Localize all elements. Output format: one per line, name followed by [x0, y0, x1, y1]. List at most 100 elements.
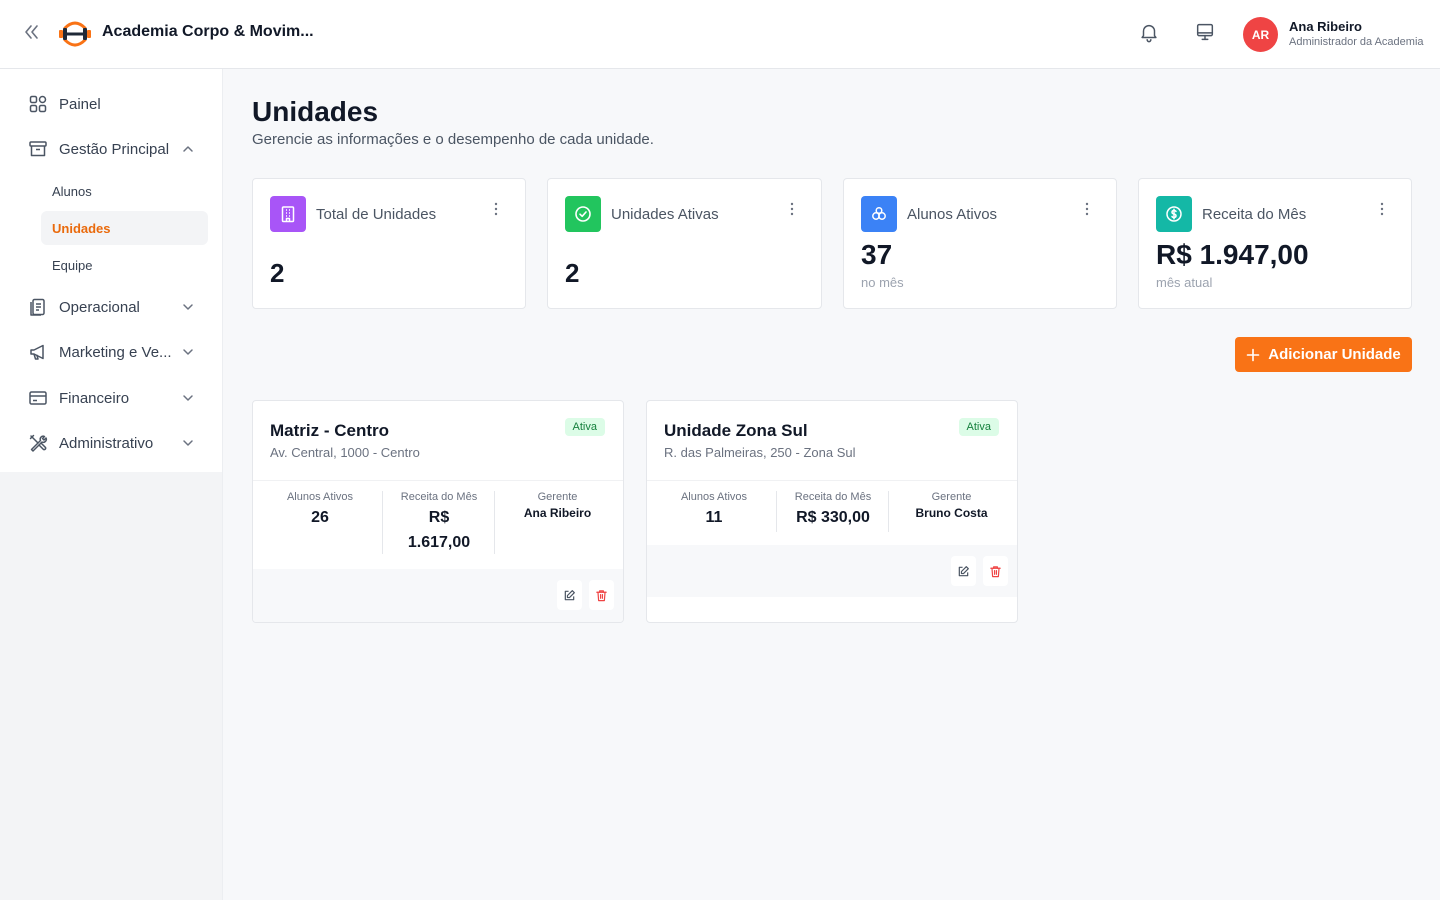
page-subtitle: Gerencie as informações e o desempenho d… [252, 131, 654, 148]
add-unit-label: Adicionar Unidade [1268, 346, 1401, 363]
plus-icon [1246, 348, 1260, 361]
unit-actions-bar [647, 545, 1017, 597]
avatar[interactable]: AR [1243, 17, 1278, 52]
unit-stat-value-cont: 1.617,00 [407, 534, 471, 551]
unit-stat-students: Alunos Ativos 26 [270, 491, 370, 530]
chevron-down-icon [183, 395, 193, 401]
stat-value: R$ 1.947,00 [1156, 239, 1309, 270]
top-header: Academia Corpo & Movim... AR Ana Ribeiro… [0, 0, 1440, 69]
sidebar-item-label: Operacional [59, 298, 140, 316]
chevron-down-icon [183, 304, 193, 310]
divider [888, 491, 889, 532]
sidebar-item-gestao-principal[interactable]: Gestão Principal [16, 131, 208, 167]
bell-icon[interactable] [1138, 21, 1160, 43]
clipboard-icon [30, 298, 45, 316]
stat-label: Total de Unidades [316, 206, 437, 223]
unit-stat-revenue: Receita do Mês R$ 330,00 [783, 491, 883, 530]
stat-value: 37 [861, 239, 893, 270]
dumbbell-logo-icon [59, 21, 91, 47]
sidebar-item-painel[interactable]: Painel [16, 86, 208, 122]
chevron-down-icon [183, 440, 193, 446]
edit-icon [564, 589, 575, 600]
status-badge: Ativa [958, 418, 999, 436]
sidebar-item-administrativo[interactable]: Administrativo [16, 425, 208, 461]
chevron-up-icon [183, 146, 193, 152]
sidebar-item-marketing[interactable]: Marketing e Ve... [16, 334, 208, 370]
page-title: Unidades [252, 96, 379, 127]
add-unit-button[interactable]: Adicionar Unidade [1235, 337, 1412, 372]
divider [382, 491, 383, 554]
unit-stat-value: Bruno Costa [915, 506, 988, 520]
sidebar-item-operacional[interactable]: Operacional [16, 289, 208, 325]
stat-card-receita-mes: Receita do Mês R$ 1.947,00 mês atual [1138, 178, 1412, 309]
stat-value: 2 [565, 258, 580, 288]
check-circle-icon [565, 196, 601, 232]
unit-address: R. das Palmeiras, 250 - Zona Sul [664, 445, 856, 460]
stat-card-unidades-ativas: Unidades Ativas 2 [547, 178, 822, 309]
unit-stat-label: Receita do Mês [400, 491, 478, 503]
chevron-down-icon [183, 349, 193, 355]
sidebar: Painel Gestão Principal Alunos Unidades … [0, 69, 223, 472]
sidebar-subitem-equipe[interactable]: Equipe [41, 248, 208, 282]
divider [776, 491, 777, 532]
edit-button[interactable] [557, 580, 582, 610]
sidebar-item-financeiro[interactable]: Financeiro [16, 380, 208, 416]
grid-icon [29, 95, 47, 113]
users-icon [861, 196, 897, 232]
more-vertical-icon[interactable] [1379, 201, 1385, 217]
unit-card-matriz: Matriz - Centro Av. Central, 1000 - Cent… [252, 400, 624, 623]
status-badge: Ativa [564, 418, 605, 436]
unit-stats-row: Alunos Ativos 26 Receita do Mês R$ 1.617… [253, 480, 623, 554]
divider [494, 491, 495, 554]
unit-stat-revenue: Receita do Mês R$ 1.617,00 [389, 491, 489, 555]
user-role: Administrador da Academia [1289, 36, 1424, 48]
stat-card-alunos-ativos: Alunos Ativos 37 no mês [843, 178, 1117, 309]
megaphone-icon [30, 344, 44, 360]
brand-name: Academia Corpo & Movim... [102, 23, 314, 40]
sidebar-item-label: Administrativo [59, 434, 154, 452]
unit-name: Matriz - Centro [270, 421, 389, 440]
more-vertical-icon[interactable] [493, 201, 499, 217]
unit-stat-value: R$ [428, 509, 450, 526]
unit-stat-students: Alunos Ativos 11 [664, 491, 764, 530]
delete-button[interactable] [983, 556, 1008, 586]
user-name: Ana Ribeiro [1289, 19, 1362, 34]
unit-stat-label: Gerente [931, 491, 972, 503]
unit-stat-value: 26 [311, 509, 329, 526]
credit-card-icon [29, 391, 47, 405]
unit-card-zona-sul: Unidade Zona Sul R. das Palmeiras, 250 -… [646, 400, 1018, 623]
more-vertical-icon[interactable] [1084, 201, 1090, 217]
trash-icon [596, 589, 607, 601]
unit-stat-label: Gerente [537, 491, 578, 503]
sidebar-item-label: Painel [59, 95, 101, 113]
more-vertical-icon[interactable] [789, 201, 795, 217]
edit-button[interactable] [951, 556, 976, 586]
stat-card-total-unidades: Total de Unidades 2 [252, 178, 526, 309]
stat-note: no mês [861, 275, 904, 290]
edit-icon [958, 565, 969, 576]
tools-icon [29, 434, 48, 452]
sidebar-empty-area [0, 472, 223, 900]
unit-stat-label: Receita do Mês [794, 491, 872, 503]
unit-stat-value: Ana Ribeiro [523, 506, 592, 520]
sidebar-subitem-unidades[interactable]: Unidades [41, 211, 208, 245]
stat-value: 2 [270, 258, 285, 288]
unit-stats-row: Alunos Ativos 11 Receita do Mês R$ 330,0… [647, 480, 1017, 532]
sidebar-item-label: Financeiro [59, 389, 130, 407]
sidebar-subitem-alunos[interactable]: Alunos [41, 174, 208, 208]
sidebar-item-label: Gestão Principal [59, 140, 170, 158]
unit-actions-bar [253, 569, 623, 622]
collapse-sidebar-icon[interactable] [22, 22, 42, 42]
unit-stat-value: 11 [705, 509, 723, 526]
archive-icon [29, 141, 47, 157]
stat-label: Alunos Ativos [907, 206, 998, 223]
unit-address: Av. Central, 1000 - Centro [270, 445, 420, 460]
dollar-circle-icon [1156, 196, 1192, 232]
unit-name: Unidade Zona Sul [664, 421, 808, 440]
delete-button[interactable] [589, 580, 614, 610]
monitor-icon[interactable] [1194, 21, 1216, 43]
building-icon [270, 196, 306, 232]
unit-stat-label: Alunos Ativos [680, 491, 748, 503]
sidebar-item-label: Marketing e Ve... [59, 343, 172, 361]
stat-label: Unidades Ativas [611, 206, 719, 223]
